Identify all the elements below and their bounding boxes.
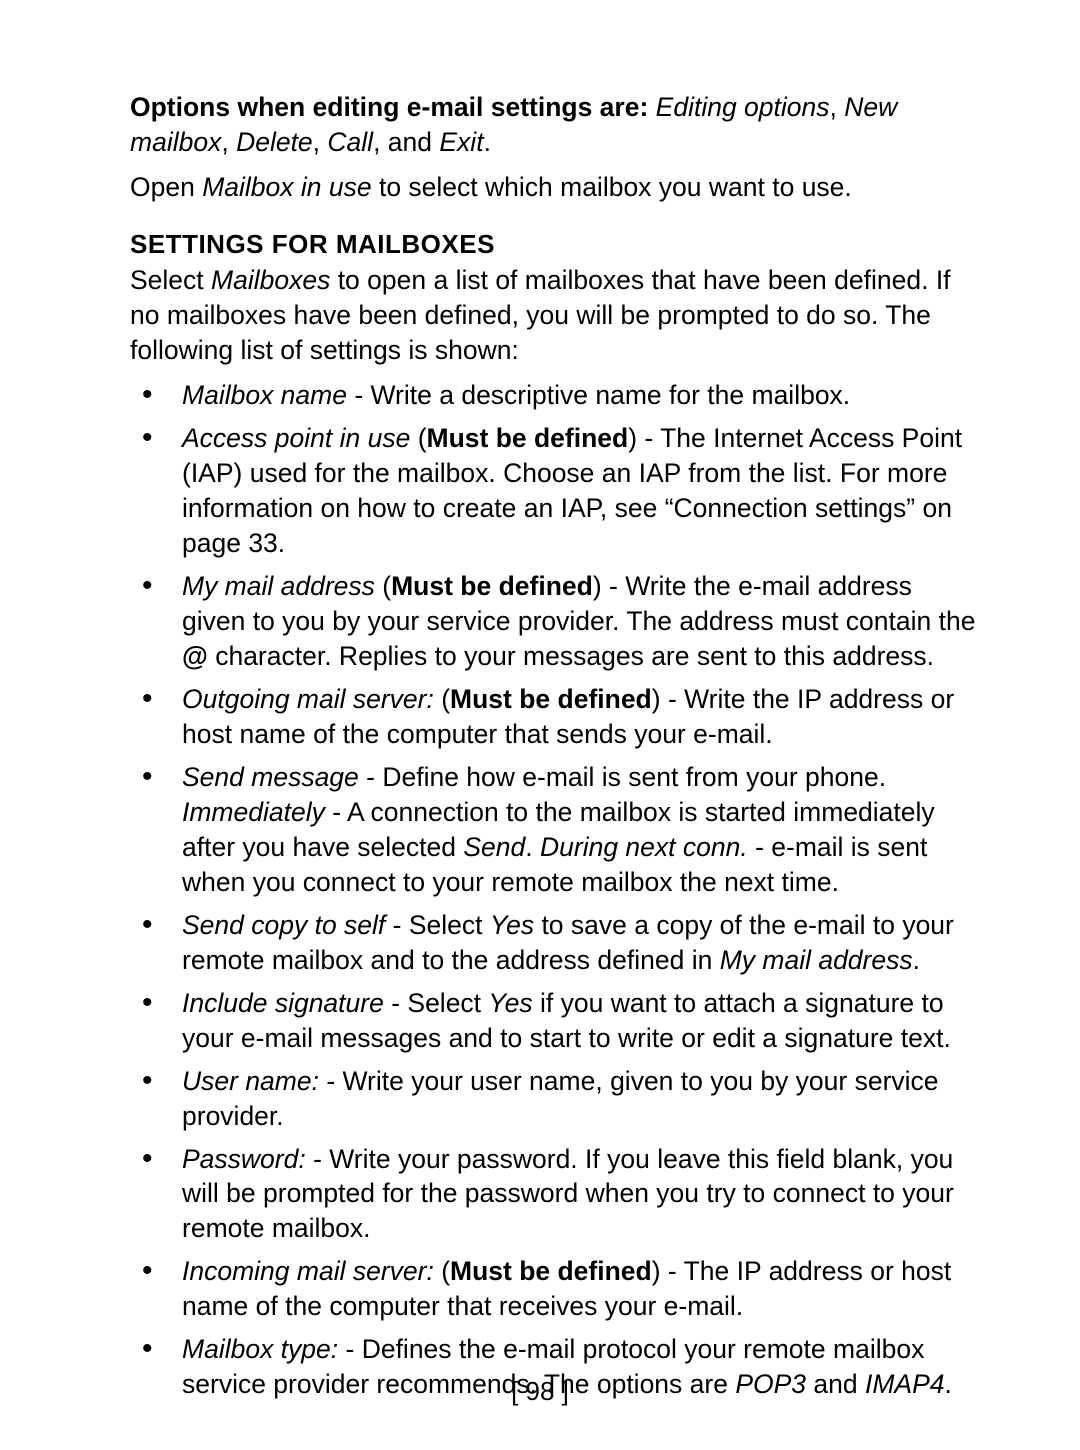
document-page: Options when editing e-mail settings are…: [0, 0, 1080, 1450]
term-send-message: Send message: [182, 762, 359, 792]
value-send: Send: [463, 832, 525, 862]
option-delete: Delete: [236, 127, 313, 157]
option-exit: Exit: [439, 127, 483, 157]
option-call: Call: [327, 127, 373, 157]
value-yes: Yes: [490, 910, 534, 940]
select-mailboxes-paragraph: Select Mailboxes to open a list of mailb…: [130, 263, 980, 368]
term-send-copy: Send copy to self: [182, 910, 385, 940]
options-paragraph: Options when editing e-mail settings are…: [130, 90, 980, 160]
and-text: , and: [373, 127, 439, 157]
page-number: [ 98 ]: [0, 1374, 1080, 1408]
list-item-send-copy: Send copy to self - Select Yes to save a…: [130, 908, 980, 978]
list-item-outgoing: Outgoing mail server: (Must be defined) …: [130, 682, 980, 752]
list-item-access-point: Access point in use (Must be defined) - …: [130, 421, 980, 561]
value-during-next-conn: During next conn.: [540, 832, 748, 862]
term-outgoing-server: Outgoing mail server:: [182, 684, 434, 714]
at-symbol: @: [182, 641, 208, 671]
term-my-mail-address: My mail address: [182, 571, 375, 601]
list-item-incoming: Incoming mail server: (Must be defined) …: [130, 1254, 980, 1324]
mailbox-in-use: Mailbox in use: [202, 172, 371, 202]
value-yes: Yes: [488, 988, 532, 1018]
list-item-my-mail: My mail address (Must be defined) - Writ…: [130, 569, 980, 674]
value-immediately: Immediately: [182, 797, 325, 827]
list-item-username: User name: - Write your user name, given…: [130, 1064, 980, 1134]
options-label: Options when editing e-mail settings are…: [130, 92, 648, 122]
must-be-defined: Must be defined: [450, 1256, 652, 1286]
list-item-send-message: Send message - Define how e-mail is sent…: [130, 760, 980, 900]
section-heading-settings: SETTINGS FOR MAILBOXES: [130, 227, 980, 261]
list-item-password: Password: - Write your password. If you …: [130, 1142, 980, 1247]
option-editing: Editing options: [656, 92, 830, 122]
list-item-mailbox-name: Mailbox name - Write a descriptive name …: [130, 378, 980, 413]
term-incoming-server: Incoming mail server:: [182, 1256, 434, 1286]
term-mailbox-name: Mailbox name: [182, 380, 347, 410]
must-be-defined: Must be defined: [427, 423, 629, 453]
must-be-defined: Must be defined: [391, 571, 593, 601]
ref-my-mail-address: My mail address: [720, 945, 913, 975]
term-username: User name:: [182, 1066, 319, 1096]
term-access-point: Access point in use: [182, 423, 410, 453]
term-include-signature: Include signature: [182, 988, 384, 1018]
list-item-signature: Include signature - Select Yes if you wa…: [130, 986, 980, 1056]
term-mailbox-type: Mailbox type:: [182, 1334, 338, 1364]
open-mailbox-paragraph: Open Mailbox in use to select which mail…: [130, 170, 980, 205]
term-password: Password:: [182, 1144, 306, 1174]
mailboxes-term: Mailboxes: [211, 265, 330, 295]
must-be-defined: Must be defined: [450, 684, 652, 714]
settings-list: Mailbox name - Write a descriptive name …: [130, 378, 980, 1402]
